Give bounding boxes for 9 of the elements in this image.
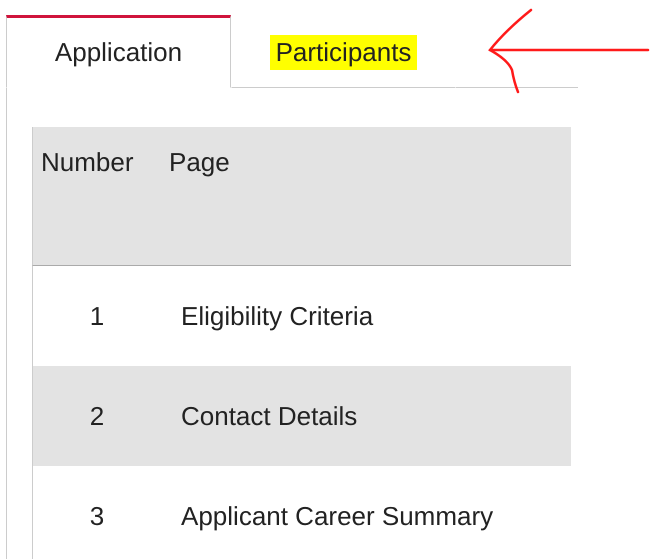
table-cell-text: Contact Details — [180, 400, 358, 432]
table-cell-text: 2 — [88, 400, 106, 432]
tab[interactable]: Application — [6, 15, 231, 88]
column-header: Number — [40, 146, 134, 178]
table-cell-text: 1 — [88, 300, 106, 332]
table-cell-text: Applicant Career Summary — [180, 500, 494, 532]
table-cell-text: 3 — [88, 500, 106, 532]
table-cell-text: Eligibility Criteria — [180, 300, 374, 332]
column-header: Page — [168, 146, 231, 178]
